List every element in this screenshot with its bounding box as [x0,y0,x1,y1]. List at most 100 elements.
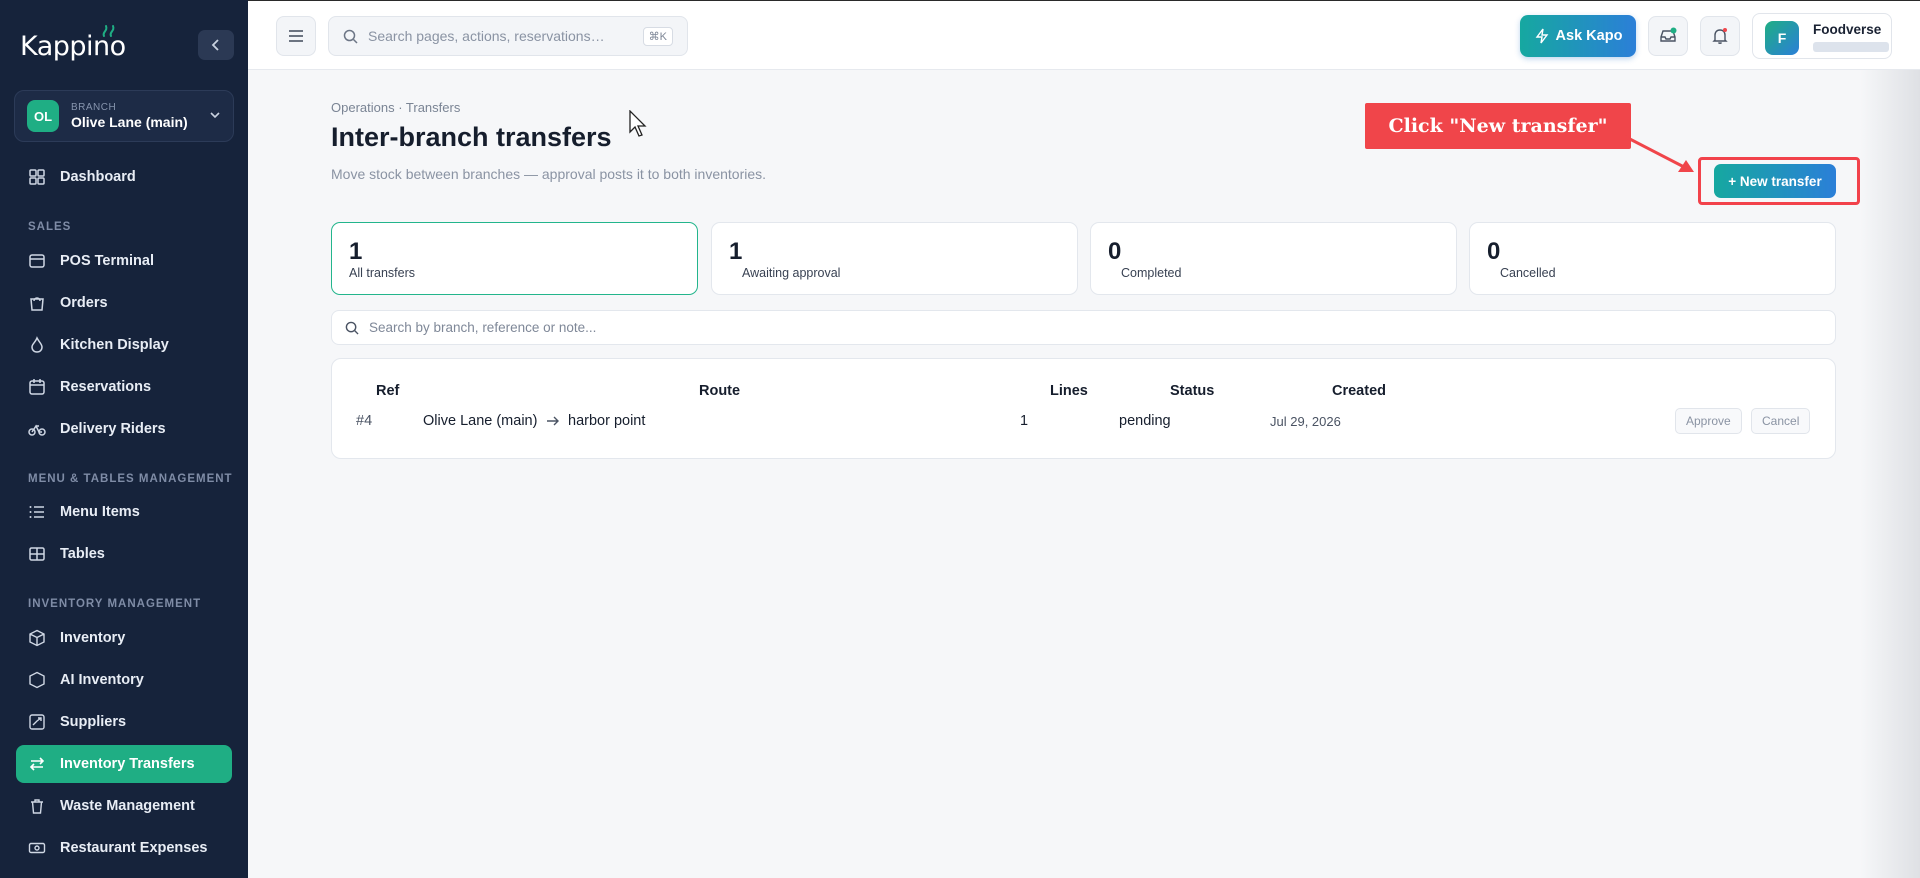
stat-value: 1 [729,238,743,265]
stat-value: 1 [349,238,363,265]
sidebar-item-pos-terminal[interactable]: POS Terminal [16,242,232,280]
avatar: F [1765,21,1799,55]
notifications-button[interactable] [1700,16,1740,56]
stat-label: Cancelled [1500,266,1556,280]
hamburger-icon [289,30,303,42]
grid-icon [29,169,45,185]
sidebar-item-menu-items[interactable]: Menu Items [16,493,232,531]
trend-icon [29,714,45,730]
row-route-from: Olive Lane (main) [423,413,538,429]
branch-caption: BRANCH [71,102,117,113]
box-icon [29,629,45,647]
sidebar-item-label: Waste Management [60,798,195,814]
sidebar-item-suppliers[interactable]: Suppliers [16,703,232,741]
sidebar-item-tables[interactable]: Tables [16,535,232,573]
brand-logo[interactable]: Kappino [20,25,126,66]
ask-kapo-label: Ask Kapo [1555,28,1623,44]
arrow-right-icon [547,416,559,426]
sidebar-item-inventory[interactable]: Inventory [16,619,232,657]
page-title: Inter-branch transfers [331,122,612,152]
cash-icon [28,842,46,854]
row-lines: 1 [1020,413,1029,429]
stat-card-cancelled[interactable]: 0 Cancelled [1469,222,1836,295]
sidebar: Kappino OL BRANCH Olive Lane (main) Dash… [0,0,248,878]
list-icon [29,506,44,518]
breadcrumb: Operations · Transfers [331,100,461,115]
stat-card-all[interactable]: 1 All transfers [331,222,698,295]
sidebar-item-label: Tables [60,546,105,562]
bag-icon [30,297,44,311]
chevron-down-icon [210,112,220,119]
sidebar-item-reservations[interactable]: Reservations [16,368,232,406]
sidebar-item-restaurant-expenses[interactable]: Restaurant Expenses [16,829,232,867]
sidebar-item-orders[interactable]: Orders [16,284,232,322]
transfer-icon [29,757,45,771]
sidebar-item-label: Inventory Transfers [60,756,195,772]
stat-value: 0 [1487,238,1501,265]
sidebar-item-waste-management[interactable]: Waste Management [16,787,232,825]
collapse-sidebar-button[interactable] [198,30,234,60]
branch-name: Olive Lane (main) [71,114,188,130]
user-menu[interactable]: F Foodverse [1752,13,1892,59]
menu-toggle-button[interactable] [276,16,316,56]
right-edge-shadow [1860,70,1920,878]
table-icon [29,547,45,561]
row-status: pending [1119,413,1171,429]
sidebar-item-label: POS Terminal [60,253,155,269]
sidebar-item-label: Restaurant Expenses [60,840,208,856]
column-header-lines: Lines [1050,383,1088,399]
cancel-button[interactable]: Cancel [1751,408,1811,434]
transfers-table: Ref Route Lines Status Created #4 Olive … [331,358,1836,459]
sidebar-item-label: Inventory [60,630,126,646]
column-header-ref: Ref [376,383,400,399]
calendar-icon [29,379,45,395]
ask-kapo-button[interactable]: Ask Kapo [1520,15,1636,57]
sidebar-section-menu-tables: MENU & TABLES MANAGEMENT [28,473,233,485]
stat-card-completed[interactable]: 0 Completed [1090,222,1457,295]
mouse-cursor-icon [629,110,647,137]
stat-card-awaiting[interactable]: 1 Awaiting approval [711,222,1078,295]
sidebar-item-label: Suppliers [60,714,127,730]
sidebar-section-inventory: INVENTORY MANAGEMENT [28,598,202,610]
page-subtitle: Move stock between branches — approval p… [331,166,767,182]
branch-avatar: OL [27,100,59,132]
sidebar-item-dashboard[interactable]: Dashboard [16,158,232,196]
global-search-input[interactable] [368,28,628,44]
transfer-search-input[interactable] [369,320,969,335]
column-header-created: Created [1332,383,1386,399]
sidebar-item-ai-inventory[interactable]: AI Inventory [16,661,232,699]
stat-label: Awaiting approval [742,266,841,280]
row-ref: #4 [356,413,373,429]
steam-icon [102,25,115,37]
user-name: Foodverse [1813,22,1882,37]
sidebar-item-kitchen-display[interactable]: Kitchen Display [16,326,232,364]
transfer-search[interactable] [331,310,1836,345]
sidebar-item-label: Kitchen Display [60,337,169,353]
inbox-icon [1660,27,1677,42]
global-search[interactable]: ⌘K [328,16,688,56]
trash-icon [31,799,43,814]
sidebar-item-label: AI Inventory [60,672,144,688]
sidebar-item-label: Menu Items [60,504,140,520]
ai-icon [29,671,45,689]
search-icon [345,321,359,335]
user-subtitle-placeholder [1813,42,1889,52]
inbox-button[interactable] [1648,16,1688,56]
sidebar-item-inventory-transfers[interactable]: Inventory Transfers [16,745,232,783]
row-route-to: harbor point [568,413,646,429]
sidebar-item-label: Dashboard [60,169,136,185]
bell-icon [1712,28,1728,44]
column-header-status: Status [1170,383,1215,399]
bike-icon [28,424,46,436]
search-icon [343,29,358,44]
pos-icon [29,254,45,268]
sidebar-item-label: Reservations [60,379,152,395]
topbar: ⌘K Ask Kapo F Foodverse [248,0,1920,70]
flame-icon [31,336,43,353]
sidebar-item-delivery-riders[interactable]: Delivery Riders [16,410,232,448]
column-header-route: Route [699,383,741,399]
row-created: Jul 29, 2026 [1270,414,1341,429]
new-transfer-button[interactable]: + New transfer [1714,164,1836,198]
branch-selector[interactable]: OL BRANCH Olive Lane (main) [14,90,234,142]
approve-button[interactable]: Approve [1675,408,1742,434]
